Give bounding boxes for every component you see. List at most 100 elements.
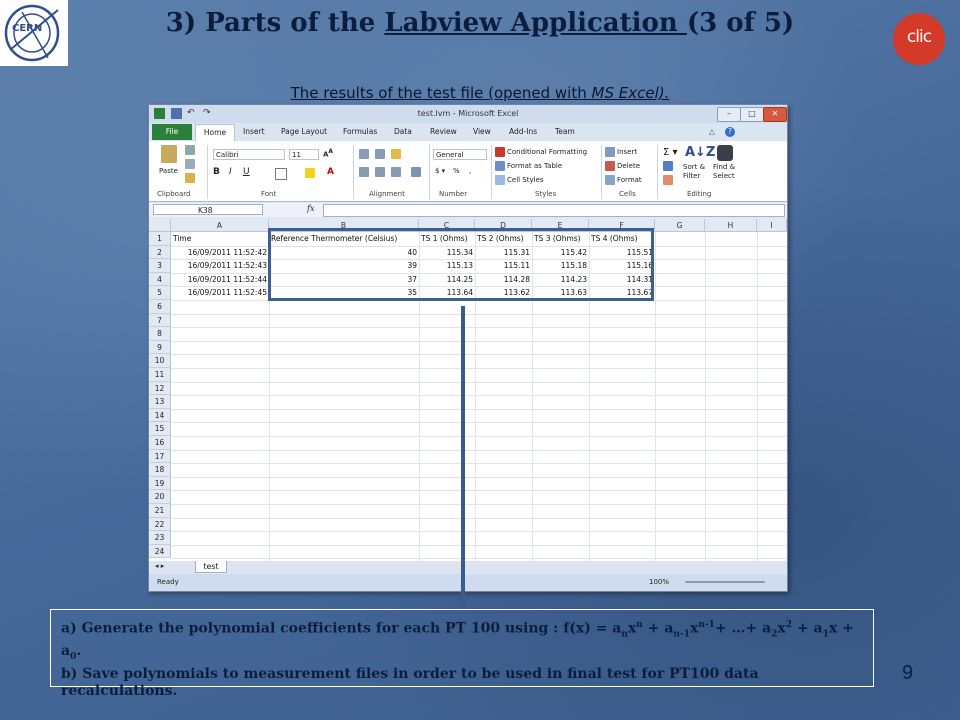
font-color-icon[interactable]: A: [327, 167, 334, 177]
align-middle-icon[interactable]: [375, 149, 385, 159]
paste-button[interactable]: Paste: [159, 167, 178, 175]
help-icon[interactable]: ?: [725, 127, 735, 137]
align-top-icon[interactable]: [359, 149, 369, 159]
column-header[interactable]: G: [655, 219, 705, 232]
comma-icon[interactable]: ,: [469, 167, 471, 175]
row-header[interactable]: 12: [149, 381, 171, 396]
column-header[interactable]: I: [757, 219, 787, 232]
format-as-table-button[interactable]: Format as Table: [507, 162, 562, 170]
clear-icon[interactable]: [663, 175, 673, 185]
delete-cells-button[interactable]: Delete: [617, 162, 640, 170]
row-header[interactable]: 1: [149, 232, 171, 246]
column-header[interactable]: A: [171, 219, 269, 232]
align-right-icon[interactable]: [391, 167, 401, 177]
fill-icon[interactable]: [663, 161, 673, 171]
row-header[interactable]: 16: [149, 436, 171, 450]
delete-cells-icon[interactable]: [605, 161, 615, 171]
row-header[interactable]: 23: [149, 531, 171, 545]
row-header[interactable]: 13: [149, 395, 171, 409]
name-box[interactable]: K38: [153, 204, 263, 215]
minimize-ribbon-icon[interactable]: △: [709, 127, 715, 136]
conditional-formatting-button[interactable]: Conditional Formatting: [507, 148, 587, 156]
format-painter-icon[interactable]: [185, 173, 195, 183]
tab-formulas[interactable]: Formulas: [343, 127, 377, 136]
row-header[interactable]: 7: [149, 313, 171, 328]
tab-data[interactable]: Data: [394, 127, 412, 136]
tab-view[interactable]: View: [473, 127, 491, 136]
copy-icon[interactable]: [185, 159, 195, 169]
borders-icon[interactable]: [275, 168, 287, 180]
row-header[interactable]: 8: [149, 327, 171, 341]
font-name-select[interactable]: Calibri: [213, 149, 285, 160]
autosum-icon[interactable]: Σ ▾: [663, 147, 678, 158]
grow-font-icon[interactable]: AA: [323, 149, 333, 158]
tab-review[interactable]: Review: [430, 127, 457, 136]
font-size-select[interactable]: 11: [289, 149, 319, 160]
row-header[interactable]: 19: [149, 476, 171, 491]
find-select-label-1[interactable]: Find &: [713, 163, 735, 171]
format-as-table-icon[interactable]: [495, 161, 505, 171]
align-center-icon[interactable]: [375, 167, 385, 177]
align-bottom-icon[interactable]: [391, 149, 401, 159]
row-header[interactable]: 22: [149, 517, 171, 532]
row-header[interactable]: 21: [149, 504, 171, 518]
tab-file[interactable]: File: [152, 124, 192, 140]
align-left-icon[interactable]: [359, 167, 369, 177]
row-header[interactable]: 14: [149, 408, 171, 423]
formula-input[interactable]: [323, 204, 785, 217]
maximize-button[interactable]: □: [740, 107, 764, 122]
paste-icon[interactable]: [161, 145, 177, 163]
table-cell[interactable]: 16/09/2011 11:52:45: [173, 286, 267, 299]
format-cells-icon[interactable]: [605, 175, 615, 185]
bold-button[interactable]: B: [213, 167, 220, 177]
row-header[interactable]: 11: [149, 368, 171, 382]
row-header[interactable]: 10: [149, 354, 171, 368]
cut-icon[interactable]: [185, 145, 195, 155]
table-cell[interactable]: 16/09/2011 11:52:42: [173, 246, 267, 259]
insert-cells-icon[interactable]: [605, 147, 615, 157]
row-header[interactable]: 2: [149, 245, 171, 260]
fill-color-icon[interactable]: [305, 168, 315, 178]
tab-home[interactable]: Home: [195, 124, 235, 142]
conditional-formatting-icon[interactable]: [495, 147, 505, 157]
table-cell[interactable]: Time: [173, 232, 267, 245]
zoom-slider[interactable]: [685, 581, 765, 583]
tab-addins[interactable]: Add-Ins: [509, 127, 537, 136]
insert-function-icon[interactable]: fx: [307, 204, 314, 213]
insert-cells-button[interactable]: Insert: [617, 148, 637, 156]
cell-styles-icon[interactable]: [495, 175, 505, 185]
sort-filter-icon[interactable]: A↓Z: [685, 145, 715, 160]
sort-filter-label-2[interactable]: Filter: [683, 172, 700, 180]
tab-page-layout[interactable]: Page Layout: [281, 127, 327, 136]
find-select-icon[interactable]: [717, 145, 733, 161]
row-header[interactable]: 24: [149, 544, 171, 559]
percent-icon[interactable]: %: [453, 167, 460, 175]
minimize-button[interactable]: –: [717, 107, 741, 122]
row-header[interactable]: 15: [149, 422, 171, 436]
tab-insert[interactable]: Insert: [243, 127, 265, 136]
close-button[interactable]: ✕: [763, 107, 787, 122]
row-header[interactable]: 9: [149, 340, 171, 355]
format-cells-button[interactable]: Format: [617, 176, 642, 184]
row-header[interactable]: 6: [149, 300, 171, 314]
row-header[interactable]: 3: [149, 259, 171, 273]
column-header[interactable]: H: [705, 219, 757, 232]
row-header[interactable]: 17: [149, 449, 171, 464]
row-header[interactable]: 4: [149, 272, 171, 287]
row-header[interactable]: 18: [149, 463, 171, 477]
row-header[interactable]: 5: [149, 286, 171, 300]
row-header[interactable]: 20: [149, 490, 171, 504]
sheet-tab-test[interactable]: test: [195, 561, 227, 573]
table-cell[interactable]: 16/09/2011 11:52:43: [173, 259, 267, 272]
table-cell[interactable]: 16/09/2011 11:52:44: [173, 273, 267, 286]
select-all-corner[interactable]: [149, 219, 171, 232]
tab-team[interactable]: Team: [555, 127, 575, 136]
number-format-select[interactable]: General: [433, 149, 487, 160]
sheet-nav-icon[interactable]: ◂ ▸: [155, 562, 164, 570]
currency-icon[interactable]: $ ▾: [435, 167, 445, 175]
cell-styles-button[interactable]: Cell Styles: [507, 176, 544, 184]
find-select-label-2[interactable]: Select: [713, 172, 735, 180]
italic-button[interactable]: I: [229, 167, 232, 177]
merge-center-icon[interactable]: [411, 167, 421, 177]
sort-filter-label-1[interactable]: Sort &: [683, 163, 705, 171]
